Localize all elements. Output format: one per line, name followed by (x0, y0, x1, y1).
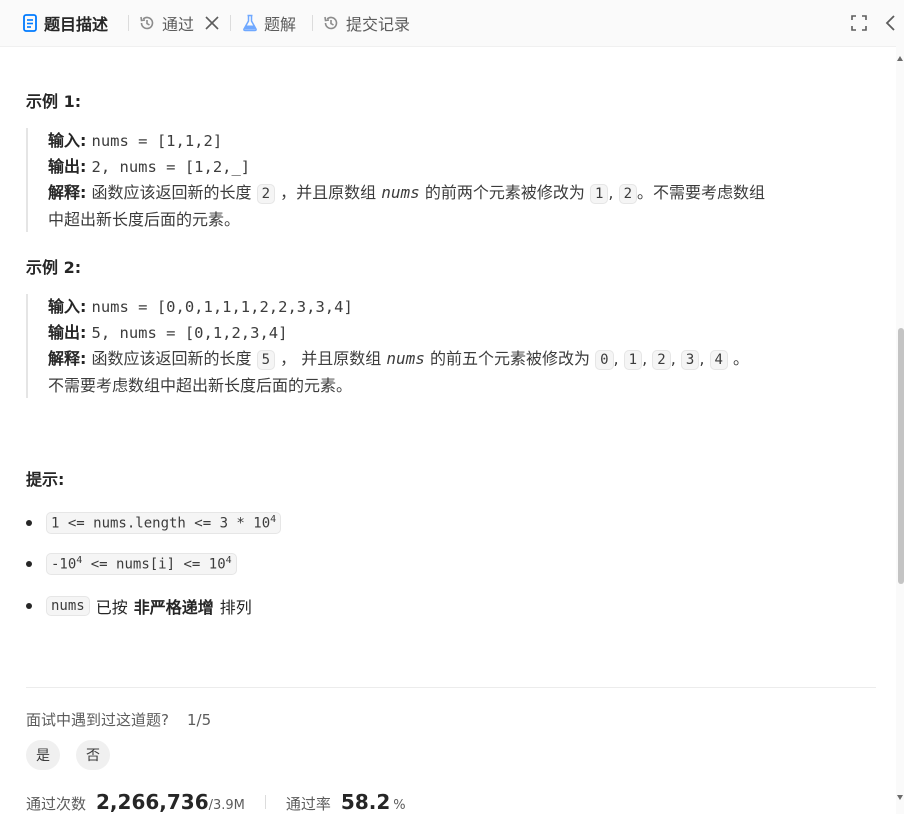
history-icon (140, 16, 154, 30)
bullet-dot (26, 519, 32, 526)
example-2-output-value: 5, nums = [0,1,2,3,4] (91, 324, 288, 342)
scroll-up-arrow-icon[interactable] (897, 56, 903, 61)
tab-submissions[interactable]: 提交记录 (322, 0, 410, 46)
accepted-count: 2,266,736 (96, 790, 209, 814)
example-1-explanation-cont: 中超出新长度后面的元素。 (48, 210, 241, 229)
tab-accepted[interactable]: 通过 (138, 0, 194, 46)
section-divider (26, 687, 876, 688)
example-2-explanation: 解释: 函数应该返回新的长度 5 ， 并且原数组 nums 的前五个元素被修改为… (48, 349, 750, 370)
scroll-down-arrow-icon[interactable] (897, 795, 903, 800)
example-1-explanation: 解释: 函数应该返回新的长度 2 ，并且原数组 nums 的前两个元素被修改为 … (48, 183, 766, 204)
acceptance-rate: 58.2 (340, 790, 391, 814)
constraints-title: 提示: (26, 470, 65, 489)
example-2-title: 示例 2: (26, 258, 82, 277)
stats-divider (264, 795, 266, 809)
tab-accepted-label: 通过 (162, 15, 195, 34)
example-2-block: 输入: nums = [0,0,1,1,1,2,2,3,3,4] 输出: 5, … (26, 294, 878, 398)
scrollbar-thumb[interactable] (898, 328, 904, 584)
example-2-input-value: nums = [0,0,1,1,1,2,2,3,3,4] (91, 298, 353, 316)
document-icon (23, 14, 37, 32)
close-icon[interactable] (204, 14, 220, 32)
problem-description: 示例 1: 输入: nums = [1,1,2] 输出: 2, nums = [… (0, 46, 896, 814)
stats-row: 通过次数 2,266,736 /3.9M 通过率 58.2 % (26, 790, 406, 814)
example-1-output: 输出: 2, nums = [1,2,_] (48, 157, 251, 176)
example-2-explanation-cont: 不需要考虑数组中超出新长度后面的元素。 (48, 376, 353, 395)
tab-divider (312, 15, 313, 31)
fullscreen-icon[interactable] (850, 14, 868, 32)
flask-icon (243, 14, 257, 32)
no-button[interactable]: 否 (76, 740, 110, 770)
yes-button[interactable]: 是 (26, 740, 60, 770)
tab-description-label: 题目描述 (44, 15, 109, 34)
example-1-input: 输入: nums = [1,1,2] (48, 131, 223, 150)
bullet-dot (26, 603, 32, 609)
constraint-item: 1 <= nums.length <= 3 * 104 (26, 512, 282, 534)
example-1-output-value: 2, nums = [1,2,_] (91, 158, 251, 176)
interview-count: 1/5 (186, 711, 212, 729)
example-1-block: 输入: nums = [1,1,2] 输出: 2, nums = [1,2,_]… (26, 128, 878, 232)
constraint-item: nums 已按 非严格递增 排列 (26, 594, 252, 618)
tab-description[interactable]: 题目描述 (22, 0, 108, 46)
submission-total: /3.9M (208, 798, 245, 813)
tab-divider (230, 15, 231, 31)
history-icon (324, 16, 338, 30)
constraint-item: -104 <= nums[i] <= 104 (26, 553, 237, 575)
tab-solutions-label: 题解 (264, 15, 297, 34)
example-1-title: 示例 1: (26, 92, 82, 111)
example-1-input-value: nums = [1,1,2] (91, 132, 223, 150)
interview-question: 面试中遇到过这道题? 1/5 (26, 711, 212, 729)
bullet-dot (26, 560, 32, 567)
example-2-output: 输出: 5, nums = [0,1,2,3,4] (48, 323, 288, 342)
example-2-input: 输入: nums = [0,0,1,1,1,2,2,3,3,4] (48, 297, 353, 316)
tab-divider (128, 15, 129, 31)
tab-bar: 题目描述 通过 题解 提交记录 (0, 0, 904, 47)
tab-solutions[interactable]: 题解 (242, 0, 296, 46)
chevron-left-icon[interactable] (884, 14, 898, 32)
tab-submissions-label: 提交记录 (346, 15, 411, 34)
